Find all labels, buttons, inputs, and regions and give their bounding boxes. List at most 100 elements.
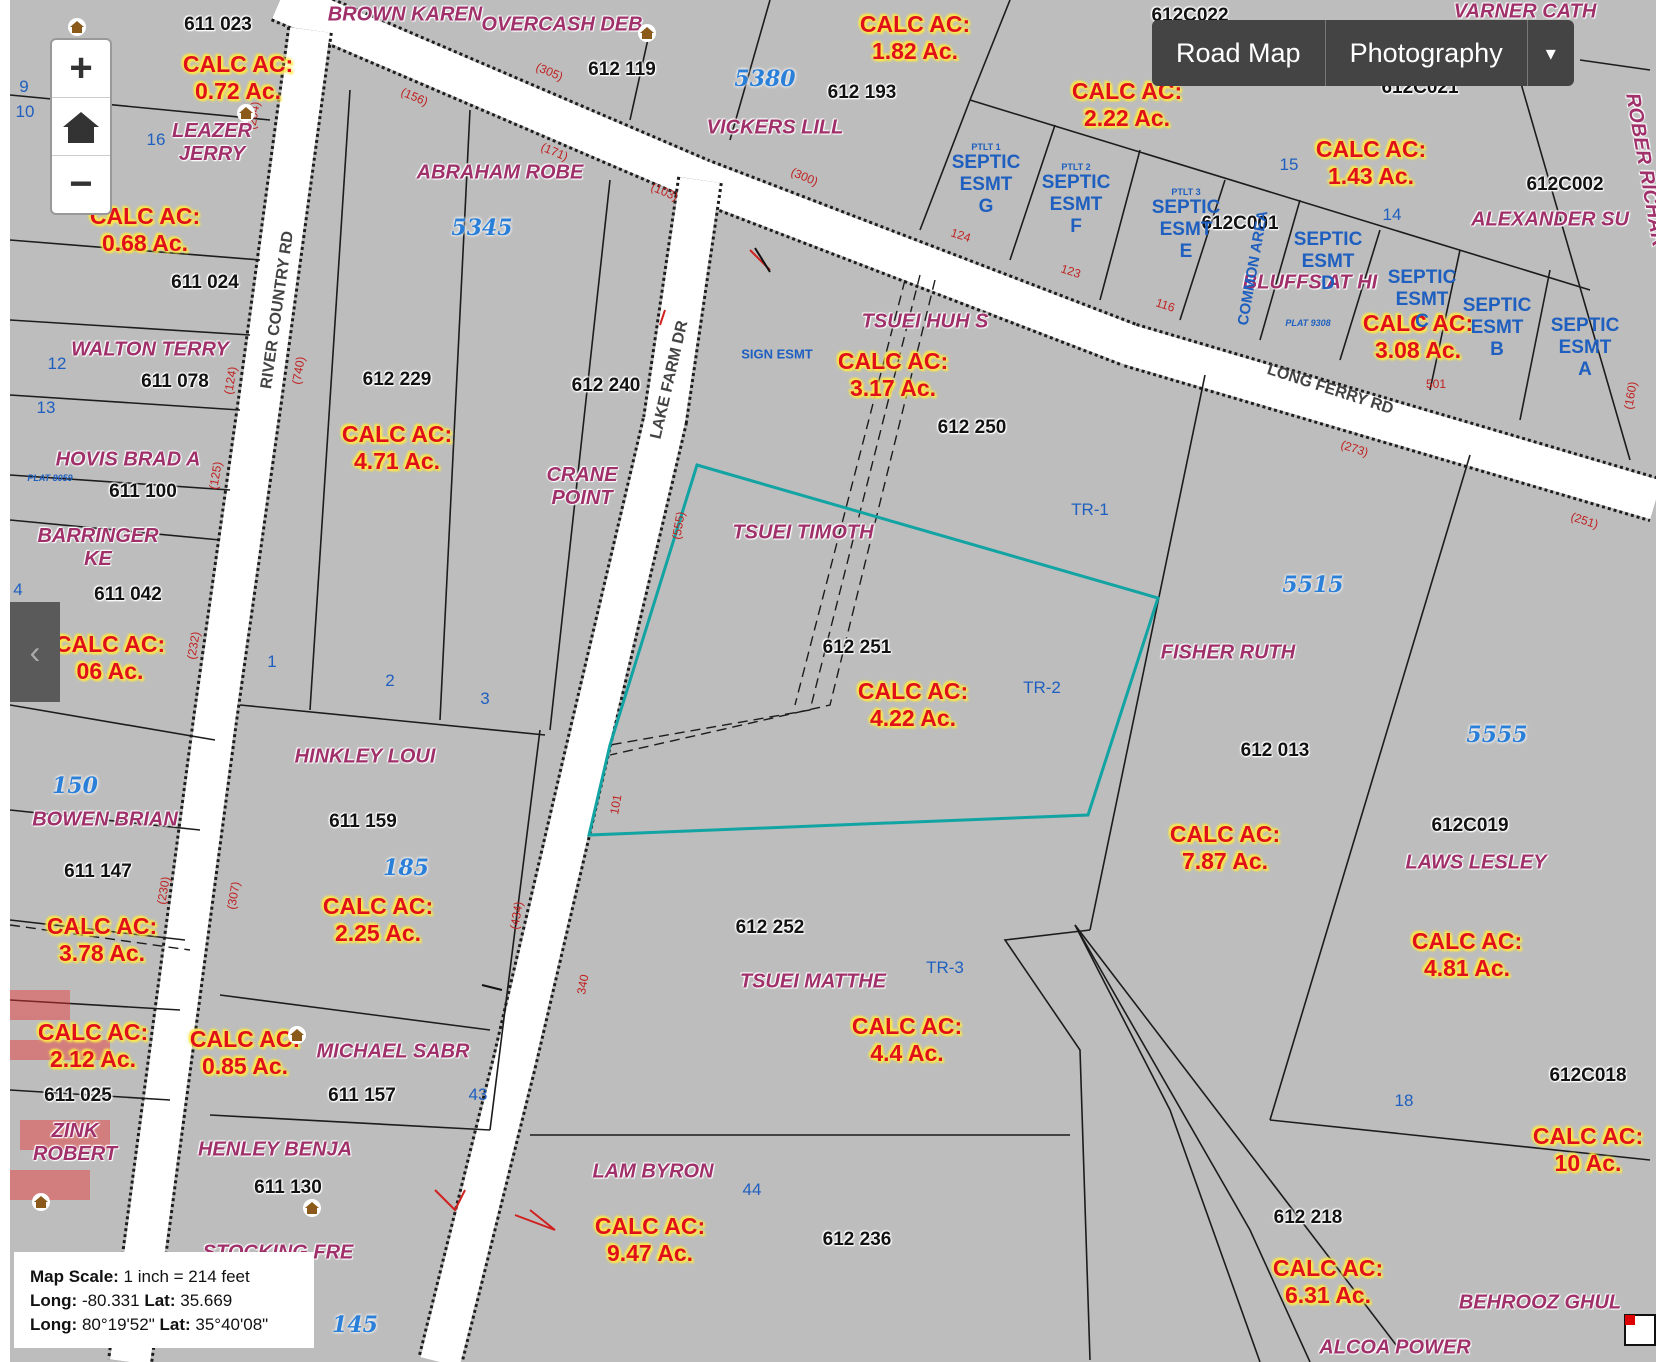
acreage-label: CALC AC: 1.82 Ac.: [859, 11, 971, 64]
lot-number: 9: [19, 77, 29, 96]
owner-label: HINKLEY LOUI: [294, 745, 436, 768]
tract-label: TR-2: [1023, 678, 1061, 697]
scale-value: 1 inch = 214 feet: [123, 1267, 250, 1286]
basemap-switcher: Road Map Photography ▾: [1152, 20, 1574, 86]
acreage-label: CALC AC: 4.81 Ac.: [1411, 928, 1523, 981]
lot-number: 13: [36, 398, 56, 417]
parcel-label[interactable]: 612 218: [1274, 1207, 1343, 1229]
address-number: 5380: [734, 66, 796, 92]
owner-label: VICKERS LILL: [706, 116, 844, 139]
lat-decimal: 35.669: [180, 1291, 233, 1310]
lot-number: 1: [267, 652, 277, 671]
tract-label: TR-3: [926, 958, 964, 977]
parcel-label[interactable]: 611 078: [141, 371, 209, 393]
acreage-label: CALC AC: 0.85 Ac.: [189, 1026, 301, 1079]
owner-label: TSUEI MATTHE: [739, 970, 887, 993]
parcel-label[interactable]: 612 229: [363, 369, 432, 391]
parcel-label[interactable]: 611 159: [329, 811, 397, 833]
lot-number: 12: [47, 354, 67, 373]
plat-label: PLAT 9308: [1285, 318, 1331, 328]
long-dms: 80°19'52": [81, 1315, 155, 1334]
parcel-label[interactable]: 611 157: [328, 1085, 396, 1107]
road-map-button[interactable]: Road Map: [1152, 20, 1326, 86]
owner-label: ALCOA POWER: [1319, 1336, 1471, 1359]
parcel-label[interactable]: 611 023: [184, 14, 252, 36]
parcel-label[interactable]: 612C002: [1526, 174, 1603, 196]
acreage-label: CALC AC: 3.17 Ac.: [837, 348, 949, 401]
parcel-label[interactable]: 612C018: [1549, 1065, 1626, 1087]
parcel-label[interactable]: 611 147: [64, 861, 132, 883]
easement-label: PTLT 3 SEPTIC ESMT E: [1151, 187, 1221, 262]
owner-label: HENLEY BENJA: [197, 1138, 353, 1161]
home-icon: [68, 18, 86, 36]
parcel-label[interactable]: 612 119: [588, 59, 656, 81]
acreage-label: CALC AC: 2.25 Ac.: [322, 893, 434, 946]
svg-text:501: 501: [1426, 377, 1446, 391]
lot-number: 2: [385, 671, 395, 690]
parcel-label[interactable]: 612 193: [828, 82, 897, 104]
lot-number: 16: [146, 130, 166, 149]
parcel-label[interactable]: 612 252: [736, 917, 805, 939]
lot-number: 10: [15, 102, 35, 121]
lot-number: 14: [1382, 205, 1402, 224]
parcel-map[interactable]: (305) (156) (171) (103) (300) (273) (251…: [10, 0, 1656, 1362]
scale-readout: Map Scale: 1 inch = 214 feet Long: -80.3…: [14, 1252, 314, 1348]
home-button[interactable]: [52, 98, 110, 156]
basemap-dropdown-button[interactable]: ▾: [1528, 20, 1574, 86]
svg-text:123: 123: [1059, 262, 1083, 282]
acreage-label: CALC AC: 3.78 Ac.: [46, 913, 158, 966]
lot-number: 4: [13, 580, 23, 599]
parcel-label[interactable]: 612 250: [938, 417, 1007, 439]
owner-label: LAM BYRON: [592, 1160, 714, 1183]
parcel-label[interactable]: 612 240: [572, 375, 641, 397]
parcel-label[interactable]: 612 236: [823, 1229, 892, 1251]
home-icon: [303, 1199, 321, 1217]
lot-number: 44: [742, 1180, 762, 1199]
zoom-in-button[interactable]: +: [52, 40, 110, 98]
svg-text:(232): (232): [184, 630, 203, 660]
easement-label: SEPTIC ESMT D: [1293, 229, 1363, 294]
parcel-label[interactable]: 611 042: [94, 584, 162, 606]
parcel-label[interactable]: 611 024: [171, 272, 239, 294]
address-number: 185: [383, 855, 429, 881]
parcel-label[interactable]: 612C019: [1431, 815, 1508, 837]
svg-text:(307): (307): [224, 880, 243, 910]
owner-label: MICHAEL SABR: [316, 1040, 470, 1063]
svg-text:(230): (230): [154, 875, 173, 905]
home-icon: [288, 1026, 306, 1044]
chevron-left-icon: ‹: [29, 633, 41, 670]
tract-label: TR-1: [1071, 500, 1109, 519]
parcel-label[interactable]: 611 130: [254, 1177, 322, 1199]
parcel-label[interactable]: 612 251: [823, 637, 892, 659]
parcel-label[interactable]: 612 013: [1241, 740, 1310, 762]
acreage-label: CALC AC: 4.22 Ac.: [857, 678, 969, 731]
side-panel-toggle[interactable]: ‹: [10, 602, 60, 702]
owner-label: OVERCASH DEB: [481, 13, 643, 36]
owner-label: HOVIS BRAD A: [55, 448, 201, 471]
parcel-label[interactable]: 611 025: [44, 1085, 112, 1107]
zoom-out-button[interactable]: −: [52, 156, 110, 213]
lat-label: Lat:: [144, 1291, 176, 1310]
long-decimal: -80.331: [81, 1291, 140, 1310]
svg-text:116: 116: [1154, 296, 1177, 315]
acreage-label: CALC AC: 10 Ac.: [1532, 1123, 1644, 1176]
parcel-label[interactable]: 611 100: [109, 481, 177, 503]
svg-text:(273): (273): [1339, 438, 1370, 460]
owner-label: BROWN KAREN: [327, 3, 483, 26]
owner-label: LEAZER JERRY: [172, 120, 252, 165]
svg-text:(156): (156): [399, 85, 430, 109]
photography-button[interactable]: Photography: [1326, 20, 1528, 86]
owner-label: TSUEI TIMOTH: [732, 521, 874, 544]
acreage-label: CALC AC: 1.43 Ac.: [1315, 136, 1427, 189]
svg-text:(740): (740): [289, 355, 308, 385]
long-label: Long:: [30, 1291, 78, 1310]
home-icon: [638, 24, 656, 42]
easement-label: PTLT 1 SEPTIC ESMT G: [951, 142, 1021, 217]
owner-label: BARRINGER KE: [37, 525, 159, 570]
svg-text:(160): (160): [1621, 380, 1640, 410]
caret-down-icon: ▾: [1545, 42, 1556, 65]
svg-text:(125): (125): [206, 460, 225, 490]
pin-mark: [481, 984, 503, 991]
lot-number: 15: [1279, 155, 1299, 174]
plus-icon: +: [69, 46, 93, 90]
